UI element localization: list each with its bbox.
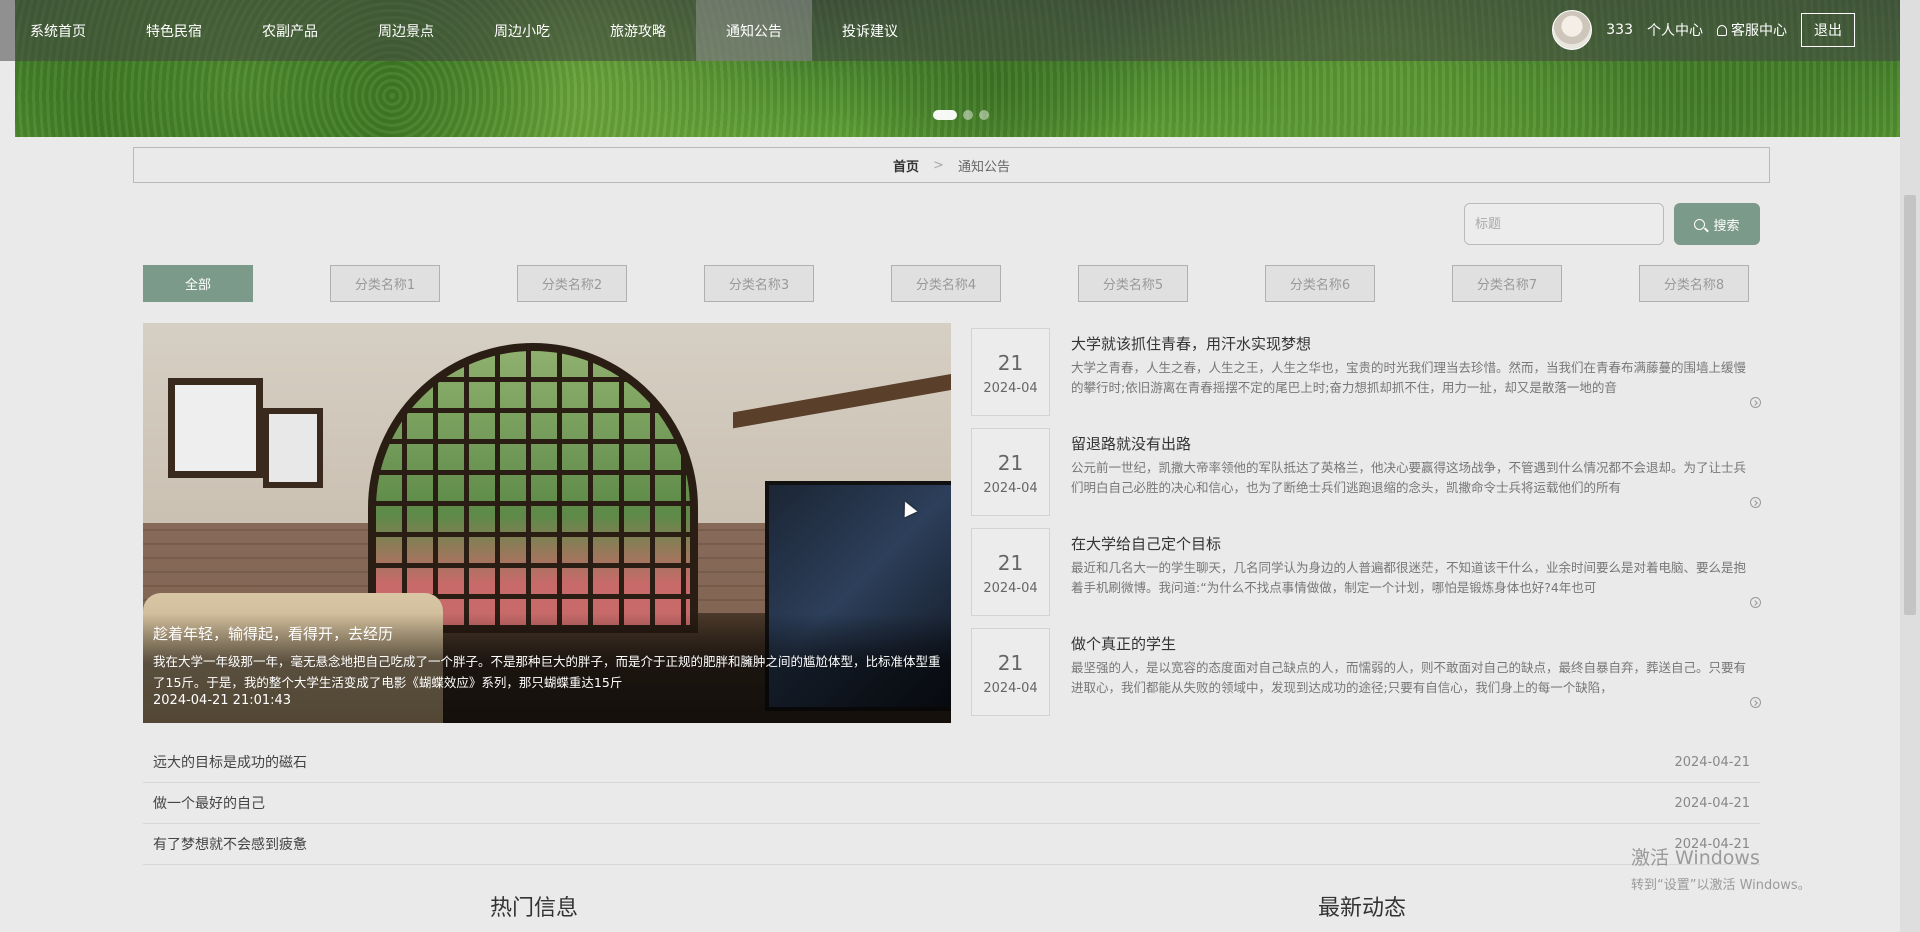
category-7[interactable]: 分类名称7 — [1452, 265, 1562, 302]
section-title-hot: 热门信息 — [490, 896, 579, 921]
news-year-month: 2024-04 — [983, 581, 1038, 596]
nav-item-snacks[interactable]: 周边小吃 — [464, 0, 580, 61]
news-date: 21 2024-04 — [971, 628, 1050, 716]
news-title[interactable]: 大学就该抓住青春，用汗水实现梦想 — [1071, 333, 1311, 354]
category-2[interactable]: 分类名称2 — [517, 265, 627, 302]
news-date: 21 2024-04 — [971, 528, 1050, 616]
news-description: 最坚强的人，是以宽容的态度面对自己缺点的人，而懦弱的人，则不敢面对自己的缺点，最… — [1071, 660, 1747, 695]
news-year-month: 2024-04 — [983, 481, 1038, 496]
breadcrumb-home[interactable]: 首页 — [893, 156, 919, 175]
news-title[interactable]: 做个真正的学生 — [1071, 633, 1176, 654]
category-1[interactable]: 分类名称1 — [330, 265, 440, 302]
category-6[interactable]: 分类名称6 — [1265, 265, 1375, 302]
arrow-right-circle-icon[interactable] — [1750, 397, 1761, 408]
avatar[interactable] — [1552, 10, 1593, 50]
list-item-title[interactable]: 做一个最好的自己 — [153, 793, 265, 813]
section-title-latest: 最新动态 — [1318, 896, 1407, 921]
nav-item-home[interactable]: 系统首页 — [0, 0, 116, 61]
news-date: 21 2024-04 — [971, 328, 1050, 416]
nav-item-travel-guide[interactable]: 旅游攻略 — [580, 0, 696, 61]
carousel-dot[interactable] — [963, 110, 973, 120]
nav-item-complaints[interactable]: 投诉建议 — [812, 0, 928, 61]
nav-item-farm-products[interactable]: 农副产品 — [232, 0, 348, 61]
personal-center-link[interactable]: 个人中心 — [1647, 20, 1703, 40]
category-5[interactable]: 分类名称5 — [1078, 265, 1188, 302]
nav-item-homestay[interactable]: 特色民宿 — [116, 0, 232, 61]
news-item[interactable]: 21 2024-04 在大学给自己定个目标 最近和几名大一的学生聊天，几名同学认… — [971, 528, 1761, 616]
news-item[interactable]: 21 2024-04 留退路就没有出路 公元前一世纪，凯撒大帝率领他的军队抵达了… — [971, 428, 1761, 516]
news-description: 公元前一世纪，凯撒大帝率领他的军队抵达了英格兰，他决心要赢得这场战争，不管遇到什… — [1071, 460, 1747, 495]
list-item-date: 2024-04-21 — [1674, 795, 1750, 811]
logout-button[interactable]: 退出 — [1801, 13, 1855, 47]
news-title[interactable]: 留退路就没有出路 — [1071, 433, 1191, 454]
list-item-title[interactable]: 有了梦想就不会感到疲惫 — [153, 834, 307, 854]
carousel-dot[interactable] — [933, 110, 957, 120]
list-item-date: 2024-04-21 — [1674, 754, 1750, 770]
username[interactable]: 333 — [1606, 22, 1633, 38]
news-year-month: 2024-04 — [983, 381, 1038, 396]
scrollbar-thumb[interactable] — [1904, 195, 1916, 615]
news-title[interactable]: 在大学给自己定个目标 — [1071, 533, 1221, 554]
category-8[interactable]: 分类名称8 — [1639, 265, 1749, 302]
category-4[interactable]: 分类名称4 — [891, 265, 1001, 302]
arrow-right-circle-icon[interactable] — [1750, 697, 1761, 708]
list-item-title[interactable]: 远大的目标是成功的磁石 — [153, 752, 307, 772]
news-item[interactable]: 21 2024-04 大学就该抓住青春，用汗水实现梦想 大学之青春，人生之春，人… — [971, 328, 1761, 416]
news-day: 21 — [997, 651, 1024, 675]
windows-activation-watermark: 激活 Windows 转到“设置”以激活 Windows。 — [1631, 843, 1811, 893]
news-description: 大学之青春，人生之春，人生之王，人生之华也，宝贵的时光我们理当去珍惜。然而，当我… — [1071, 360, 1747, 395]
news-day: 21 — [997, 551, 1024, 575]
news-day: 21 — [997, 451, 1024, 475]
breadcrumb-current: 通知公告 — [957, 159, 1010, 175]
watermark-line1: 激活 Windows — [1631, 847, 1760, 869]
feature-time: 2024-04-21 21:01:43 — [153, 693, 292, 708]
list-item[interactable]: 远大的目标是成功的磁石 2024-04-21 — [143, 742, 1760, 783]
nav-item-notices[interactable]: 通知公告 — [696, 0, 812, 61]
feature-image-photo-frame — [263, 408, 323, 488]
breadcrumb-separator: > — [933, 157, 944, 173]
user-area: 333 个人中心 客服中心 退出 — [1552, 10, 1855, 50]
news-year-month: 2024-04 — [983, 681, 1038, 696]
nav-item-scenic-spots[interactable]: 周边景点 — [348, 0, 464, 61]
breadcrumb: 首页 > 通知公告 — [133, 147, 1770, 183]
news-day: 21 — [997, 351, 1024, 375]
search-button[interactable]: 搜索 — [1674, 203, 1760, 245]
news-item[interactable]: 21 2024-04 做个真正的学生 最坚强的人，是以宽容的态度面对自己缺点的人… — [971, 628, 1761, 716]
arrow-right-circle-icon[interactable] — [1750, 597, 1761, 608]
news-description: 最近和几名大一的学生聊天，几名同学认为身边的人普遍都很迷茫，不知道该干什么，业余… — [1071, 560, 1747, 595]
category-3[interactable]: 分类名称3 — [704, 265, 814, 302]
search-button-label: 搜索 — [1713, 218, 1740, 234]
search-input[interactable] — [1464, 203, 1664, 245]
service-center-link[interactable]: 客服中心 — [1717, 20, 1787, 40]
user-icon — [1717, 25, 1727, 36]
news-date: 21 2024-04 — [971, 428, 1050, 516]
carousel-dot[interactable] — [979, 110, 989, 120]
watermark-line2: 转到“设置”以激活 Windows。 — [1631, 878, 1811, 893]
service-center-label: 客服中心 — [1731, 23, 1787, 39]
featured-notice[interactable]: 趁着年轻，输得起，看得开，去经历 我在大学一年级那一年，毫无悬念地把自己吃成了一… — [143, 323, 951, 723]
arrow-right-circle-icon[interactable] — [1750, 497, 1761, 508]
search-icon — [1694, 218, 1706, 230]
list-item[interactable]: 做一个最好的自己 2024-04-21 — [143, 783, 1760, 824]
feature-image-photo-frame — [168, 378, 263, 478]
top-nav: 系统首页 特色民宿 农副产品 周边景点 周边小吃 旅游攻略 通知公告 投诉建议 … — [0, 0, 1900, 61]
category-all[interactable]: 全部 — [143, 265, 253, 302]
feature-description: 我在大学一年级那一年，毫无悬念地把自己吃成了一个胖子。不是那种巨大的胖子，而是介… — [153, 654, 941, 690]
feature-title[interactable]: 趁着年轻，输得起，看得开，去经历 — [153, 623, 393, 644]
scrollbar-track[interactable] — [1900, 0, 1920, 932]
carousel-dots — [933, 110, 989, 120]
list-item[interactable]: 有了梦想就不会感到疲惫 2024-04-21 — [143, 824, 1760, 865]
